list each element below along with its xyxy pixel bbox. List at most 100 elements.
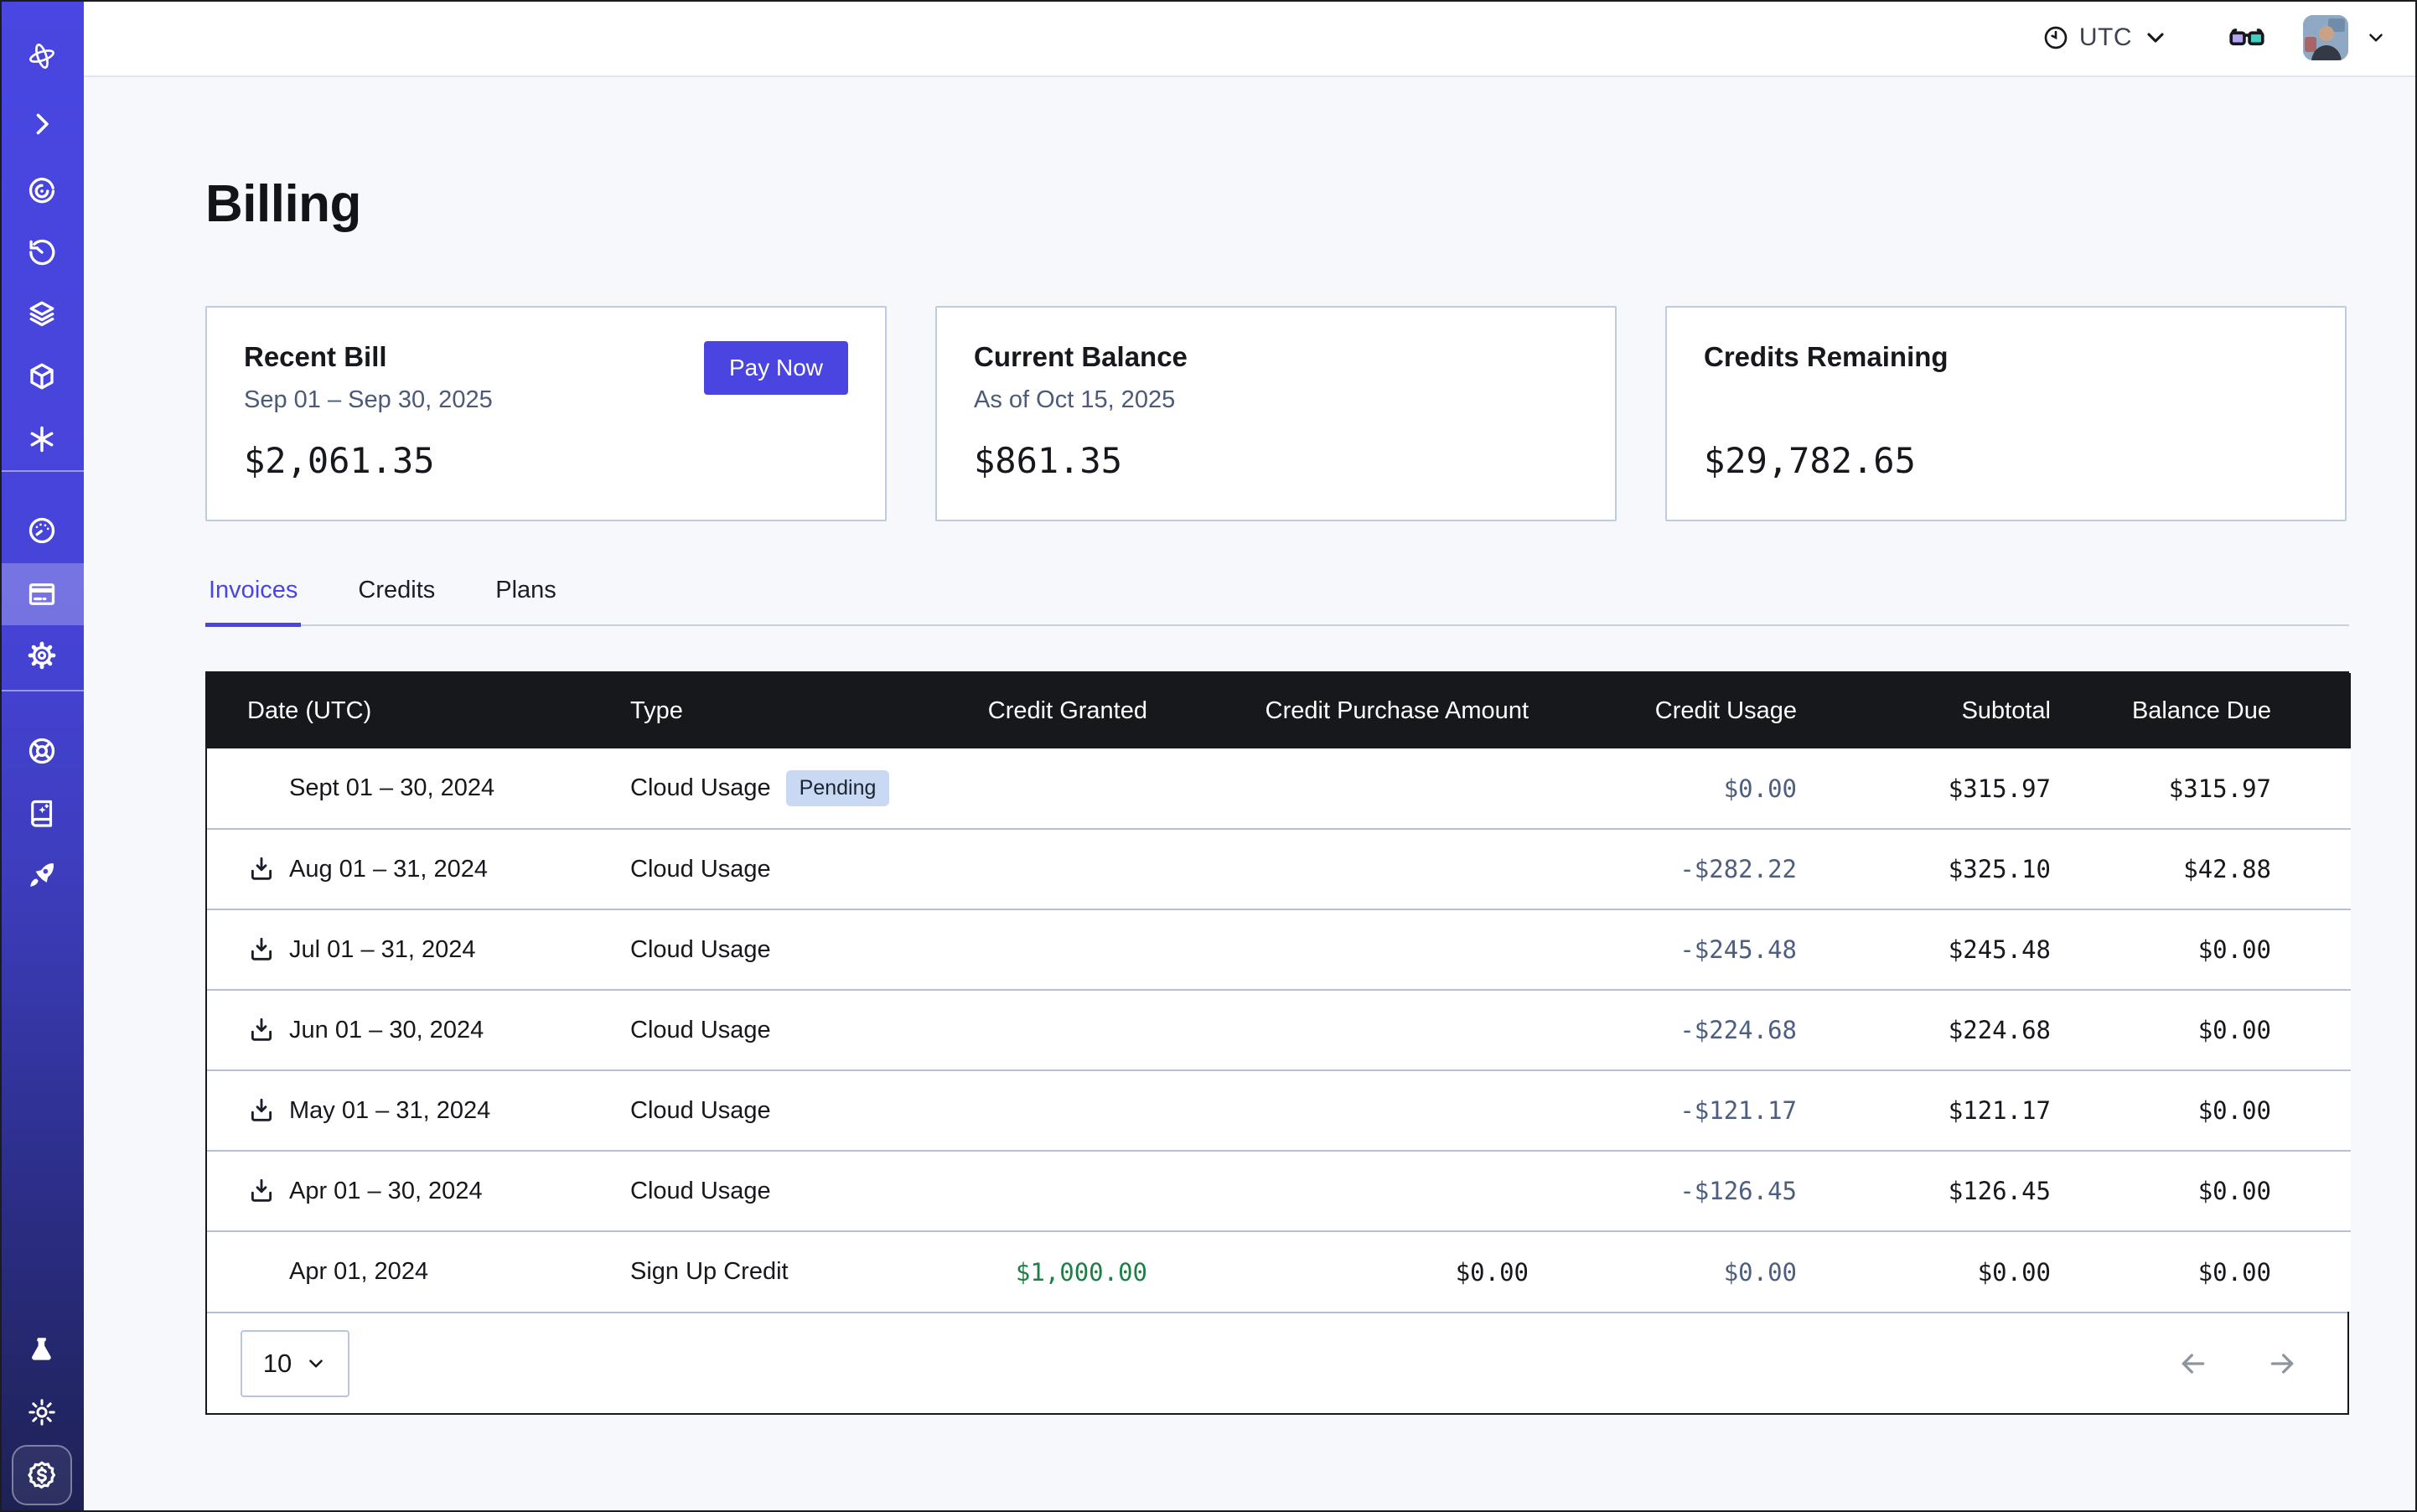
balance-due-value: $0.00 (2051, 990, 2351, 1070)
recent-bill-card: Recent Bill Sep 01 – Sep 30, 2025 $2,061… (205, 306, 887, 521)
balance-due-value: $42.88 (2051, 829, 2351, 909)
credit-granted-value (940, 829, 1147, 909)
orbit-logo-icon[interactable] (15, 29, 69, 83)
table-row: Aug 01 – 31, 2024 Cloud Usage -$282.22 $… (207, 829, 2351, 909)
page-size-value: 10 (263, 1349, 292, 1379)
col-type: Type (630, 673, 940, 748)
iris-icon[interactable] (15, 164, 69, 218)
sidebar-divider (0, 690, 84, 691)
credit-usage-value: $0.00 (1529, 1231, 1797, 1312)
table-footer: 10 (207, 1312, 2347, 1413)
card-amount: $861.35 (974, 440, 1578, 481)
tab-credits[interactable]: Credits (355, 577, 438, 624)
credit-granted-value (940, 1151, 1147, 1231)
invoice-type: Cloud Usage (630, 1097, 771, 1124)
timezone-selector[interactable]: UTC (2042, 23, 2169, 52)
credit-granted-value (940, 990, 1147, 1070)
download-invoice-button[interactable] (247, 855, 276, 883)
credit-usage-value: -$224.68 (1529, 990, 1797, 1070)
topbar: UTC (84, 0, 2417, 77)
table-row: May 01 – 31, 2024 Cloud Usage -$121.17 $… (207, 1070, 2351, 1151)
subtotal-value: $0.00 (1797, 1231, 2051, 1312)
subtotal-value: $126.45 (1797, 1151, 2051, 1231)
invoice-period: Apr 01 – 30, 2024 (289, 1178, 483, 1205)
download-invoice-button[interactable] (247, 1016, 276, 1044)
table-row: Jul 01 – 31, 2024 Cloud Usage -$245.48 $… (207, 909, 2351, 990)
flask-icon[interactable] (15, 1323, 69, 1376)
tab-invoices[interactable]: Invoices (205, 577, 301, 624)
invoice-type: Cloud Usage (630, 774, 771, 802)
table-row: Apr 01, 2024 Sign Up Credit $1,000.00 $0… (207, 1231, 2351, 1312)
tab-plans[interactable]: Plans (492, 577, 560, 624)
balance-due-value: $0.00 (2051, 909, 2351, 990)
lifebuoy-icon[interactable] (15, 724, 69, 778)
avatar[interactable] (2303, 15, 2348, 60)
credit-usage-value: -$121.17 (1529, 1070, 1797, 1151)
invoice-period: Jun 01 – 30, 2024 (289, 1017, 484, 1044)
rocket-icon[interactable] (15, 848, 69, 902)
cube-icon[interactable] (15, 350, 69, 403)
credit-granted-value (940, 1070, 1147, 1151)
card-title: Credits Remaining (1704, 341, 2308, 373)
col-subtotal: Subtotal (1797, 673, 2051, 748)
credit-purchase-value (1147, 1151, 1529, 1231)
sun-icon[interactable] (15, 1385, 69, 1439)
pay-now-button[interactable]: Pay Now (704, 341, 848, 395)
sidebar-divider (0, 470, 84, 472)
gear-icon[interactable] (15, 629, 69, 682)
credit-usage-value: -$282.22 (1529, 829, 1797, 909)
status-badge: Pending (786, 770, 890, 806)
table-row: Sept 01 – 30, 2024 Cloud Usage Pending $… (207, 748, 2351, 829)
card-title: Current Balance (974, 341, 1578, 373)
subtotal-value: $224.68 (1797, 990, 2051, 1070)
glasses-icon[interactable] (2228, 18, 2266, 57)
balance-due-value: $0.00 (2051, 1231, 2351, 1312)
book-sparkle-icon[interactable] (15, 786, 69, 840)
invoice-type: Sign Up Credit (630, 1258, 789, 1285)
clock-icon (2042, 24, 2069, 51)
gauge-icon[interactable] (15, 504, 69, 557)
col-credit-purchase: Credit Purchase Amount (1147, 673, 1529, 748)
next-page-button[interactable] (2265, 1347, 2299, 1380)
prev-page-button[interactable] (2176, 1347, 2210, 1380)
chevron-down-icon (305, 1353, 327, 1375)
dollar-badge-icon[interactable] (12, 1445, 72, 1505)
invoice-type: Cloud Usage (630, 936, 771, 963)
card-amount: $2,061.35 (244, 440, 848, 481)
page-size-select[interactable]: 10 (241, 1330, 349, 1397)
chevron-down-icon[interactable] (2365, 27, 2387, 49)
asterisk-icon[interactable] (15, 412, 69, 466)
download-invoice-button[interactable] (247, 935, 276, 964)
download-invoice-button[interactable] (247, 1096, 276, 1125)
card-subtitle (1704, 386, 2308, 415)
invoice-period: May 01 – 31, 2024 (289, 1097, 490, 1125)
table-row: Apr 01 – 30, 2024 Cloud Usage -$126.45 $… (207, 1151, 2351, 1231)
subtotal-value: $245.48 (1797, 909, 2051, 990)
timezone-label: UTC (2079, 23, 2132, 52)
card-amount: $29,782.65 (1704, 440, 2308, 481)
subtotal-value: $325.10 (1797, 829, 2051, 909)
table-row: Jun 01 – 30, 2024 Cloud Usage -$224.68 $… (207, 990, 2351, 1070)
invoice-type: Cloud Usage (630, 856, 771, 883)
balance-due-value: $315.97 (2051, 748, 2351, 829)
credit-purchase-value (1147, 1070, 1529, 1151)
credit-purchase-value (1147, 829, 1529, 909)
chevron-right-icon[interactable] (15, 97, 69, 151)
credit-usage-value: -$245.48 (1529, 909, 1797, 990)
credit-card-icon[interactable] (15, 567, 69, 621)
subtotal-value: $315.97 (1797, 748, 2051, 829)
invoice-period: Sept 01 – 30, 2024 (289, 774, 494, 802)
subtotal-value: $121.17 (1797, 1070, 2051, 1151)
current-balance-card: Current Balance As of Oct 15, 2025 $861.… (935, 306, 1617, 521)
layers-icon[interactable] (15, 287, 69, 340)
invoice-period: Apr 01, 2024 (289, 1258, 428, 1286)
main-content: Billing Recent Bill Sep 01 – Sep 30, 202… (84, 77, 2417, 1512)
history-icon[interactable] (15, 225, 69, 279)
download-invoice-button[interactable] (247, 1177, 276, 1205)
credit-purchase-value: $0.00 (1147, 1231, 1529, 1312)
invoice-type: Cloud Usage (630, 1017, 771, 1043)
credit-usage-value: -$126.45 (1529, 1151, 1797, 1231)
credit-granted-value (940, 748, 1147, 829)
credit-granted-value (940, 909, 1147, 990)
credit-usage-value: $0.00 (1529, 748, 1797, 829)
